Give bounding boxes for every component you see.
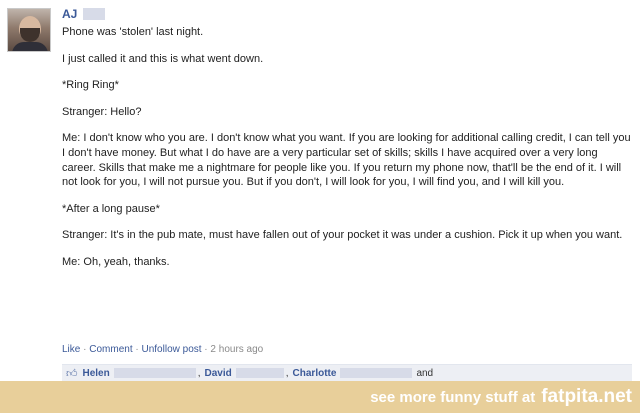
avatar-shirt (12, 42, 48, 51)
facebook-post: AJ Phone was 'stolen' last night. I just… (0, 0, 640, 381)
comma: , (197, 367, 201, 379)
paragraph: I just called it and this is what went d… (62, 52, 264, 65)
thumbs-up-icon: 👍︎ (66, 367, 78, 380)
and-text: and (416, 367, 434, 379)
redacted-surname (113, 368, 196, 378)
liker-name[interactable]: Charlotte (293, 368, 337, 379)
redacted-surname (235, 368, 284, 378)
paragraph: Stranger: Hello? (62, 105, 142, 118)
author-row: AJ (62, 6, 106, 22)
watermark-footer: see more funny stuff at fatpita.net (0, 381, 640, 413)
paragraph: Me: I don't know who you are. I don't kn… (62, 132, 631, 189)
like-link[interactable]: Like (62, 344, 80, 355)
footer-lead-text: see more funny stuff at (370, 388, 536, 406)
redacted-surname (340, 368, 413, 378)
post-body: Phone was 'stolen' last night. I just ca… (62, 25, 632, 270)
timestamp[interactable]: 2 hours ago (210, 344, 263, 355)
paragraph: *After a long pause* (62, 202, 160, 215)
paragraph: Stranger: It's in the pub mate, must hav… (62, 229, 623, 242)
paragraph: Me: Oh, yeah, thanks. (62, 255, 170, 268)
comma: , (285, 367, 289, 379)
avatar-beard (20, 28, 40, 42)
post-actions: Like · Comment · Unfollow post · 2 hours… (62, 344, 263, 355)
comment-link[interactable]: Comment (89, 344, 132, 355)
footer-brand[interactable]: fatpita.net (541, 386, 632, 408)
separator: · (80, 344, 90, 355)
author-name[interactable]: AJ (62, 7, 77, 21)
separator: · (132, 344, 142, 355)
paragraph: *Ring Ring* (62, 79, 119, 92)
redacted-surname (83, 8, 106, 20)
avatar[interactable] (7, 8, 51, 52)
liker-name[interactable]: David (205, 368, 232, 379)
status-line: Phone was 'stolen' last night. (62, 26, 204, 38)
likes-bar: 👍︎ Helen , David , Charlotte and (62, 364, 632, 381)
liker-name[interactable]: Helen (83, 368, 110, 379)
unfollow-link[interactable]: Unfollow post (142, 344, 202, 355)
